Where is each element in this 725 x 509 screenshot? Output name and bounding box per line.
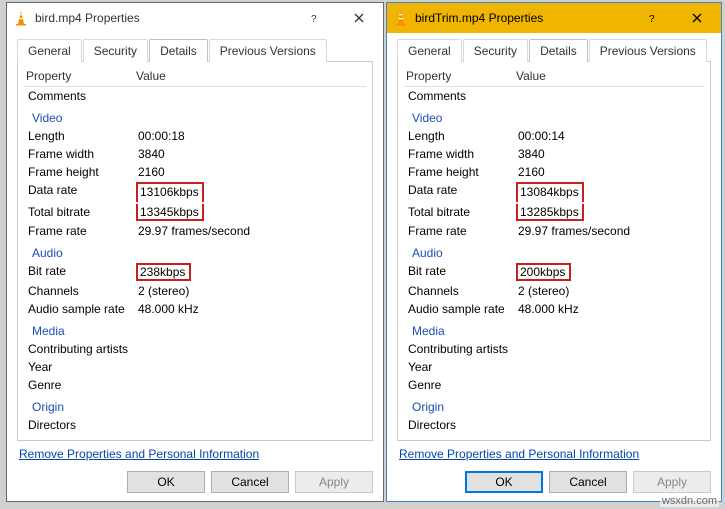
list-item: Bit rate238kbps bbox=[24, 262, 366, 282]
tab-content: Property Value Comments Video Length00:0… bbox=[17, 61, 373, 441]
highlight-box: 13345kbps bbox=[136, 204, 204, 221]
svg-text:?: ? bbox=[311, 14, 317, 23]
list-item: Directors bbox=[24, 416, 366, 434]
window-controls: ? bbox=[293, 4, 381, 32]
watermark: wsxdn.com bbox=[660, 495, 719, 507]
header-value: Value bbox=[136, 69, 364, 83]
list-item: Total bitrate13345kbps bbox=[24, 203, 366, 222]
list-item: Data rate13084kbps bbox=[404, 181, 704, 203]
section-media: Media bbox=[24, 318, 366, 340]
section-audio: Audio bbox=[404, 240, 704, 262]
highlight-box: 200kbps bbox=[516, 263, 571, 281]
tabs: General Security Details Previous Versio… bbox=[17, 39, 373, 62]
list-item: Channels2 (stereo) bbox=[24, 282, 366, 300]
remove-properties-link[interactable]: Remove Properties and Personal Informati… bbox=[399, 447, 709, 461]
list-item: Frame height2160 bbox=[404, 163, 704, 181]
tab-security[interactable]: Security bbox=[463, 39, 528, 62]
column-headers: Property Value bbox=[24, 66, 366, 87]
apply-button: Apply bbox=[633, 471, 711, 493]
list-item: Data rate13106kbps bbox=[24, 181, 366, 203]
titlebar[interactable]: bird.mp4 Properties ? bbox=[7, 3, 383, 33]
list-item: Contributing artists bbox=[24, 340, 366, 358]
list-item: Length00:00:18 bbox=[24, 127, 366, 145]
column-headers: Property Value bbox=[404, 66, 704, 87]
window-title: birdTrim.mp4 Properties bbox=[415, 11, 631, 25]
tab-details[interactable]: Details bbox=[529, 39, 588, 62]
highlight-box: 238kbps bbox=[136, 263, 191, 281]
list-item: Directors bbox=[404, 416, 704, 434]
header-value: Value bbox=[516, 69, 702, 83]
list-item: Genre bbox=[24, 376, 366, 394]
list-item: Frame rate29.97 frames/second bbox=[404, 222, 704, 240]
list-item: Total bitrate13285kbps bbox=[404, 203, 704, 222]
section-origin: Origin bbox=[24, 394, 366, 416]
apply-button: Apply bbox=[295, 471, 373, 493]
close-button[interactable] bbox=[675, 4, 719, 32]
list-item: Year bbox=[24, 358, 366, 376]
list-item: Audio sample rate48.000 kHz bbox=[24, 300, 366, 318]
dialog-buttons: OK Cancel Apply bbox=[397, 463, 711, 493]
tab-details[interactable]: Details bbox=[149, 39, 208, 62]
properties-window-right: birdTrim.mp4 Properties ? General Securi… bbox=[386, 2, 722, 502]
details-list[interactable]: Property Value Comments Video Length00:0… bbox=[400, 64, 708, 438]
tab-previous-versions[interactable]: Previous Versions bbox=[589, 39, 707, 62]
list-item: Channels2 (stereo) bbox=[404, 282, 704, 300]
highlight-box: 13285kbps bbox=[516, 204, 584, 221]
tab-security[interactable]: Security bbox=[83, 39, 148, 62]
close-button[interactable] bbox=[337, 4, 381, 32]
header-property: Property bbox=[26, 69, 136, 83]
highlight-box: 13084kbps bbox=[516, 182, 584, 202]
list-item: Comments bbox=[24, 87, 366, 105]
highlight-box: 13106kbps bbox=[136, 182, 204, 202]
tab-general[interactable]: General bbox=[397, 39, 462, 62]
window-controls: ? bbox=[631, 4, 719, 32]
remove-properties-link[interactable]: Remove Properties and Personal Informati… bbox=[19, 447, 371, 461]
list-item: Frame rate29.97 frames/second bbox=[24, 222, 366, 240]
section-origin: Origin bbox=[404, 394, 704, 416]
list-item: Frame height2160 bbox=[24, 163, 366, 181]
window-title: bird.mp4 Properties bbox=[35, 11, 293, 25]
list-item: Frame width3840 bbox=[24, 145, 366, 163]
ok-button[interactable]: OK bbox=[127, 471, 205, 493]
properties-window-left: bird.mp4 Properties ? General Security D… bbox=[6, 2, 384, 502]
tabs: General Security Details Previous Versio… bbox=[397, 39, 711, 62]
section-video: Video bbox=[24, 105, 366, 127]
header-property: Property bbox=[406, 69, 516, 83]
titlebar[interactable]: birdTrim.mp4 Properties ? bbox=[387, 3, 721, 33]
section-audio: Audio bbox=[24, 240, 366, 262]
dialog-buttons: OK Cancel Apply bbox=[17, 463, 373, 493]
tab-general[interactable]: General bbox=[17, 39, 82, 62]
list-item: Length00:00:14 bbox=[404, 127, 704, 145]
section-video: Video bbox=[404, 105, 704, 127]
svg-text:?: ? bbox=[649, 14, 655, 23]
window-body: General Security Details Previous Versio… bbox=[7, 33, 383, 501]
list-item: Contributing artists bbox=[404, 340, 704, 358]
ok-button[interactable]: OK bbox=[465, 471, 543, 493]
list-item: Frame width3840 bbox=[404, 145, 704, 163]
help-button[interactable]: ? bbox=[631, 4, 675, 32]
cancel-button[interactable]: Cancel bbox=[549, 471, 627, 493]
vlc-cone-icon bbox=[393, 10, 409, 26]
list-item: Year bbox=[404, 358, 704, 376]
tab-content: Property Value Comments Video Length00:0… bbox=[397, 61, 711, 441]
list-item: Genre bbox=[404, 376, 704, 394]
list-item: Bit rate200kbps bbox=[404, 262, 704, 282]
details-list[interactable]: Property Value Comments Video Length00:0… bbox=[20, 64, 370, 438]
tab-previous-versions[interactable]: Previous Versions bbox=[209, 39, 327, 62]
cancel-button[interactable]: Cancel bbox=[211, 471, 289, 493]
help-button[interactable]: ? bbox=[293, 4, 337, 32]
section-media: Media bbox=[404, 318, 704, 340]
list-item: Comments bbox=[404, 87, 704, 105]
list-item: Audio sample rate48.000 kHz bbox=[404, 300, 704, 318]
window-body: General Security Details Previous Versio… bbox=[387, 33, 721, 501]
vlc-cone-icon bbox=[13, 10, 29, 26]
